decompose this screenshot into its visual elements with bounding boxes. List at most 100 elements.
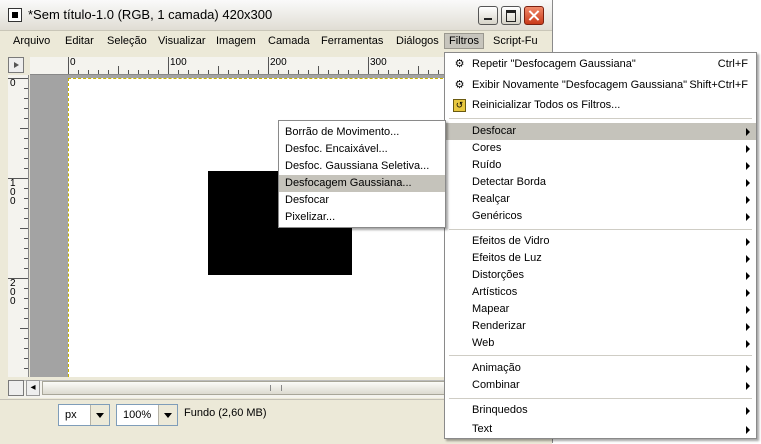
chevron-right-icon — [746, 340, 750, 348]
menu-item-label: Desfoc. Gaussiana Seletiva... — [285, 160, 430, 172]
menu-item-label: Desfoc. Encaixável... — [285, 143, 388, 155]
ruler-tick — [428, 70, 429, 74]
menu-separator — [449, 229, 752, 230]
menu-ferramentas[interactable]: Ferramentas — [317, 34, 387, 48]
menu-selecao[interactable]: Seleção — [103, 34, 151, 48]
ruler-tick — [68, 57, 69, 74]
menu-imagem[interactable]: Imagem — [212, 34, 260, 48]
ruler-tick — [368, 57, 369, 74]
ruler-label: 0 — [10, 78, 16, 89]
submenu-item-tileable-blur[interactable]: Desfoc. Encaixável... — [279, 141, 445, 158]
menu-item-web[interactable]: Web — [445, 335, 756, 352]
menu-item-label: Desfocar — [472, 125, 517, 137]
ruler-tick — [24, 348, 28, 349]
ruler-label: 300 — [370, 57, 387, 68]
menu-item-label: Web — [472, 337, 495, 349]
menu-item-brinquedos[interactable]: Brinquedos — [445, 402, 756, 419]
navigate-icon[interactable] — [8, 380, 24, 396]
scrollbar-thumb[interactable] — [42, 381, 446, 395]
menu-item-combinar[interactable]: Combinar — [445, 377, 756, 394]
ruler-tick — [158, 70, 159, 74]
menu-item-realcar[interactable]: Realçar — [445, 191, 756, 208]
menu-item-label: Pixelizar... — [285, 211, 336, 223]
zoom-value: 100% — [123, 409, 152, 421]
ruler-tick — [24, 98, 28, 99]
menu-dialogos[interactable]: Diálogos — [392, 34, 443, 48]
menu-script-fu[interactable]: Script-Fu — [489, 34, 542, 48]
menu-item-artisticos[interactable]: Artísticos — [445, 284, 756, 301]
submenu-item-pixelize[interactable]: Pixelizar... — [279, 209, 445, 226]
menu-item-label: Reinicializar Todos os Filtros... — [472, 99, 621, 111]
menu-item-cores[interactable]: Cores — [445, 140, 756, 157]
ruler-tick — [108, 70, 109, 74]
menu-item-label: Text — [472, 423, 493, 435]
menu-item-mapear[interactable]: Mapear — [445, 301, 756, 318]
ruler-label: 0 — [70, 57, 76, 68]
chevron-down-icon[interactable] — [158, 405, 177, 425]
menu-arquivo[interactable]: Arquivo — [9, 34, 54, 48]
maximize-button[interactable] — [501, 6, 521, 25]
ruler-tick — [24, 338, 28, 339]
menu-item-desfocar[interactable]: Desfocar — [445, 123, 756, 140]
scroll-left-button[interactable]: ◂ — [26, 380, 40, 396]
ruler-label: 100 — [10, 178, 16, 207]
ruler-tick — [238, 70, 239, 74]
ruler-tick — [24, 168, 28, 169]
ruler-tick — [148, 70, 149, 74]
ruler-tick — [348, 70, 349, 74]
menu-item-detectar-borda[interactable]: Detectar Borda — [445, 174, 756, 191]
ruler-label: 200 — [10, 278, 16, 307]
vertical-ruler[interactable]: 0 100 200 — [8, 75, 29, 377]
chevron-down-icon[interactable] — [90, 405, 109, 425]
ruler-tick — [24, 258, 28, 259]
ruler-tick — [128, 70, 129, 74]
menu-item-ruido[interactable]: Ruído — [445, 157, 756, 174]
ruler-tick — [20, 128, 28, 129]
close-button[interactable] — [524, 6, 544, 25]
menu-item-label: Detectar Borda — [472, 176, 546, 188]
blur-submenu: Borrão de Movimento... Desfoc. Encaixáve… — [278, 120, 446, 228]
menu-item-label: Genéricos — [472, 210, 523, 222]
submenu-item-selective-gaussian[interactable]: Desfoc. Gaussiana Seletiva... — [279, 158, 445, 175]
menu-filtros[interactable]: Filtros — [444, 33, 484, 49]
menu-item-label: Combinar — [472, 379, 520, 391]
menu-item-repeat-filter[interactable]: ⚙ Repetir "Desfocagem Gaussiana" Ctrl+F — [445, 56, 756, 73]
chevron-right-icon — [746, 426, 750, 434]
ruler-tick — [258, 70, 259, 74]
menu-item-text[interactable]: Text — [445, 421, 756, 438]
menu-item-genericos[interactable]: Genéricos — [445, 208, 756, 225]
menu-item-reshow-filter[interactable]: ⚙ Exibir Novamente "Desfocagem Gaussiana… — [445, 77, 756, 94]
menu-item-distorcoes[interactable]: Distorções — [445, 267, 756, 284]
menu-camada[interactable]: Camada — [264, 34, 314, 48]
ruler-tick — [88, 70, 89, 74]
ruler-tick — [98, 70, 99, 74]
reset-icon: ↺ — [453, 99, 466, 112]
submenu-item-motion-blur[interactable]: Borrão de Movimento... — [279, 124, 445, 141]
title-bar[interactable]: *Sem título-1.0 (RGB, 1 camada) 420x300 — [0, 0, 552, 31]
menu-item-renderizar[interactable]: Renderizar — [445, 318, 756, 335]
menu-editar[interactable]: Editar — [61, 34, 98, 48]
submenu-item-blur[interactable]: Desfocar — [279, 192, 445, 209]
filters-menu: ⚙ Repetir "Desfocagem Gaussiana" Ctrl+F … — [444, 52, 757, 439]
menu-item-efeitos-luz[interactable]: Efeitos de Luz — [445, 250, 756, 267]
menu-item-label: Artísticos — [472, 286, 518, 298]
chevron-right-icon — [746, 272, 750, 280]
menu-item-efeitos-vidro[interactable]: Efeitos de Vidro — [445, 233, 756, 250]
minimize-button[interactable] — [478, 6, 498, 25]
image-menu-button[interactable] — [8, 57, 24, 73]
chevron-right-icon — [746, 196, 750, 204]
ruler-tick — [438, 70, 439, 74]
ruler-tick — [118, 66, 119, 74]
ruler-tick — [218, 66, 219, 74]
submenu-item-gaussian-blur[interactable]: Desfocagem Gaussiana... — [279, 175, 445, 192]
zoom-select[interactable]: 100% — [116, 404, 178, 426]
horizontal-ruler[interactable]: 0 100 200 300 — [30, 57, 448, 75]
menu-visualizar[interactable]: Visualizar — [154, 34, 210, 48]
menu-item-reset-filters[interactable]: ↺ Reinicializar Todos os Filtros... — [445, 97, 756, 114]
menu-item-label: Desfocagem Gaussiana... — [285, 177, 412, 189]
menu-item-animacao[interactable]: Animação — [445, 360, 756, 377]
ruler-tick — [20, 328, 28, 329]
menu-item-label: Exibir Novamente "Desfocagem Gaussiana" — [472, 79, 688, 91]
ruler-tick — [208, 70, 209, 74]
unit-select[interactable]: px — [58, 404, 110, 426]
